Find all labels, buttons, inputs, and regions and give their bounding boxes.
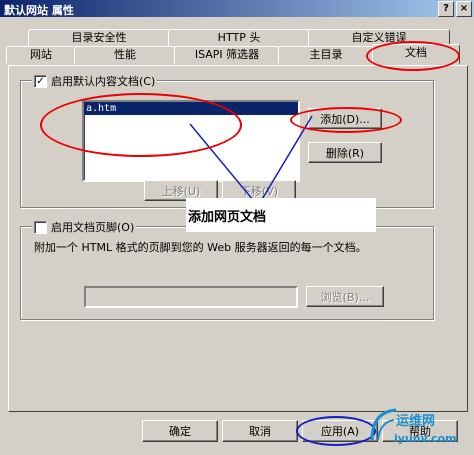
annotation-ellipse-apply [296, 416, 376, 446]
arrow-line-add [257, 115, 313, 207]
annotation-ellipse-list [40, 93, 242, 157]
watermark-line2: iyunv.com [394, 432, 457, 445]
watermark-logo-icon [370, 408, 397, 441]
annotation-ellipse-add [290, 107, 402, 133]
annotation-ellipse-documents-tab [366, 41, 460, 71]
watermark-line1: 运维网 [396, 414, 436, 429]
annotation-label: 添加网页文档 [186, 198, 376, 232]
